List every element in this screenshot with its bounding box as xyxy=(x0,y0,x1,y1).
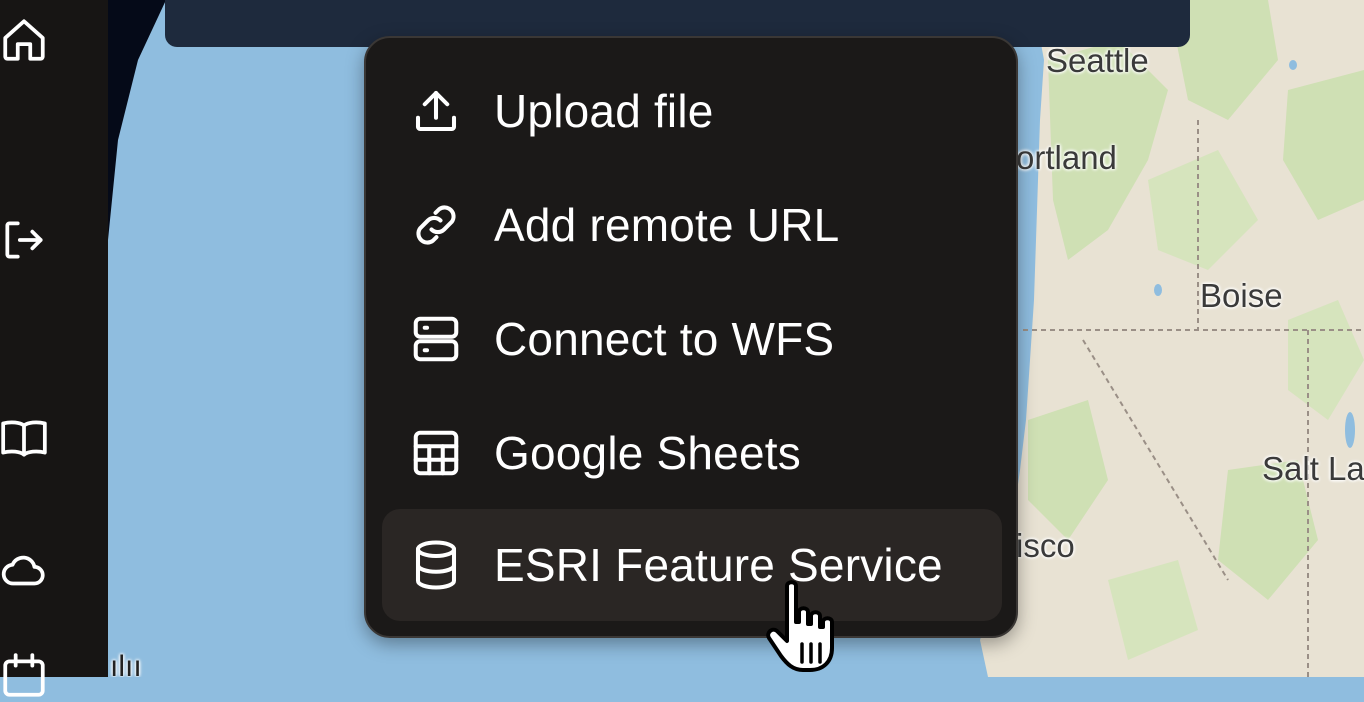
upload-icon xyxy=(408,83,464,139)
calendar-icon[interactable] xyxy=(0,650,50,702)
map-scale-marker: ılıı xyxy=(110,650,142,677)
hand-pointer-cursor-icon xyxy=(763,578,853,674)
cloud-icon[interactable] xyxy=(0,545,50,597)
menu-item-label: Upload file xyxy=(494,85,714,137)
city-label-boise: Boise xyxy=(1200,277,1283,314)
table-icon xyxy=(408,425,464,481)
home-icon[interactable] xyxy=(0,14,50,66)
menu-item-upload-file[interactable]: Upload file xyxy=(382,55,1002,167)
menu-item-label: Connect to WFS xyxy=(494,313,835,365)
menu-item-label: Add remote URL xyxy=(494,199,840,251)
logout-icon[interactable] xyxy=(0,214,50,266)
city-label-seattle: Seattle xyxy=(1046,42,1149,79)
menu-item-add-remote-url[interactable]: Add remote URL xyxy=(382,169,1002,281)
city-label-salt-lake: Salt La xyxy=(1262,450,1364,487)
menu-item-google-sheets[interactable]: Google Sheets xyxy=(382,397,1002,509)
city-label-san-francisco: isco xyxy=(1016,527,1075,564)
menu-item-label: ESRI Feature Service xyxy=(494,539,943,591)
menu-item-label: Google Sheets xyxy=(494,427,801,479)
database-icon xyxy=(408,537,464,593)
server-icon xyxy=(408,311,464,367)
menu-item-esri-feature-service[interactable]: ESRI Feature Service xyxy=(382,509,1002,621)
link-icon xyxy=(408,197,464,253)
menu-item-connect-wfs[interactable]: Connect to WFS xyxy=(382,283,1002,395)
book-icon[interactable] xyxy=(0,412,50,464)
add-data-menu: Upload file Add remote URL Connect to WF… xyxy=(364,36,1018,638)
left-sidebar xyxy=(0,0,108,697)
city-label-portland: ortland xyxy=(1016,139,1117,176)
